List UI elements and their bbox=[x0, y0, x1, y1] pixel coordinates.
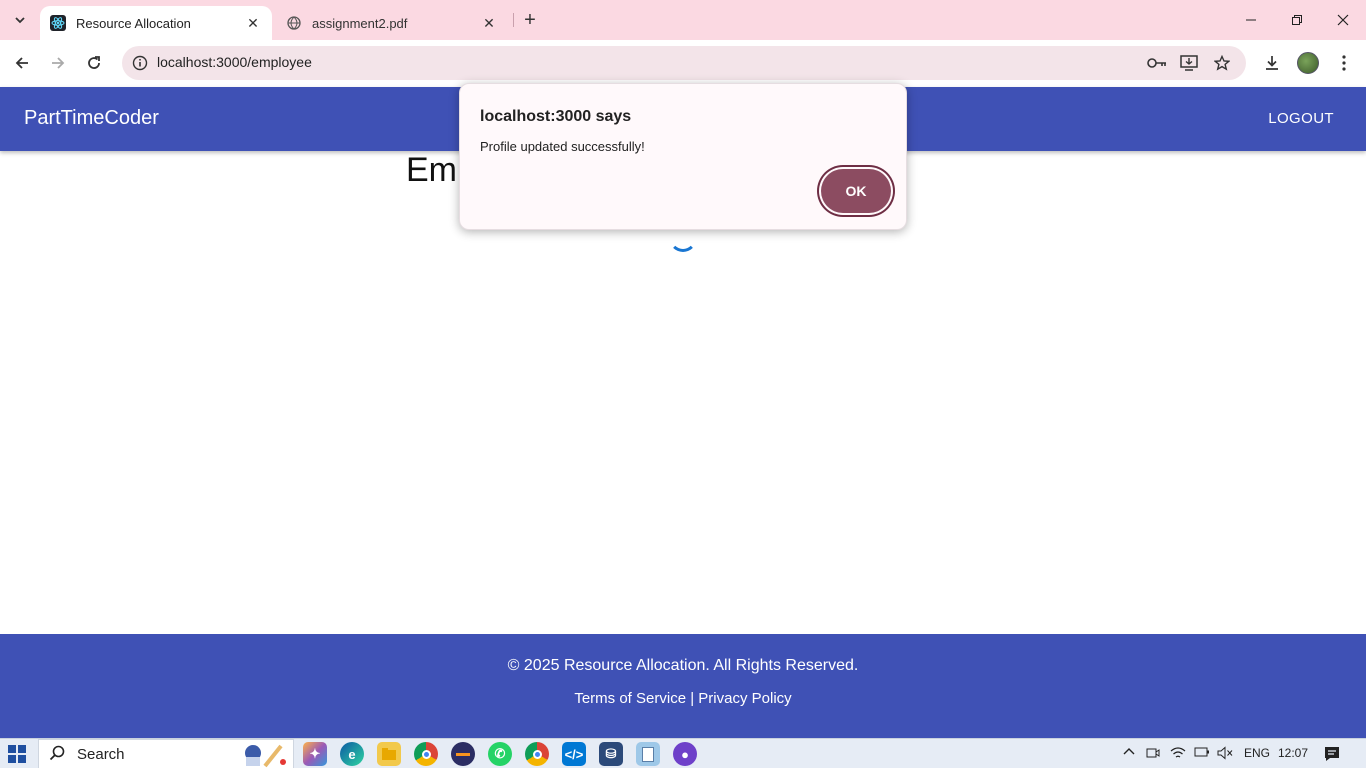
vscode-icon[interactable]: </> bbox=[562, 742, 586, 766]
ok-button[interactable]: OK bbox=[821, 169, 891, 213]
whatsapp-icon[interactable]: ✆ bbox=[488, 742, 512, 766]
restore-icon[interactable] bbox=[1274, 0, 1320, 40]
browser-menu-icon[interactable] bbox=[1332, 51, 1356, 75]
github-desktop-icon[interactable]: ● bbox=[673, 742, 697, 766]
bookmark-star-icon[interactable] bbox=[1211, 53, 1233, 73]
close-window-icon[interactable] bbox=[1320, 0, 1366, 40]
taskbar-search[interactable]: Search bbox=[38, 739, 294, 768]
tab-resource-allocation[interactable]: Resource Allocation ✕ bbox=[40, 6, 272, 40]
logout-button[interactable]: LOGOUT bbox=[1268, 110, 1334, 127]
windows-start-icon[interactable] bbox=[8, 745, 26, 763]
new-tab-icon[interactable]: + bbox=[518, 8, 542, 32]
battery-icon[interactable] bbox=[1194, 746, 1210, 761]
sql-workbench-icon[interactable]: ⛁ bbox=[599, 742, 623, 766]
eclipse-icon[interactable] bbox=[451, 742, 475, 766]
search-highlight-art-icon bbox=[239, 742, 289, 768]
globe-icon bbox=[286, 15, 302, 31]
meet-now-icon[interactable] bbox=[1146, 746, 1160, 763]
show-hidden-icons-chevron-icon[interactable] bbox=[1123, 746, 1135, 761]
search-icon bbox=[49, 745, 65, 766]
terms-link[interactable]: Terms of Service bbox=[574, 690, 686, 707]
forward-icon[interactable] bbox=[43, 48, 73, 78]
tab-divider bbox=[513, 13, 514, 27]
notepad-icon[interactable] bbox=[636, 742, 660, 766]
close-tab-icon[interactable]: ✕ bbox=[480, 14, 498, 32]
tab-search-chevron-icon[interactable] bbox=[8, 8, 32, 32]
taskbar-clock[interactable]: 12:07 bbox=[1278, 746, 1308, 760]
chrome-active-icon[interactable] bbox=[525, 742, 549, 766]
address-bar[interactable]: localhost:3000/employee bbox=[122, 46, 1246, 80]
brand-logo-text[interactable]: PartTimeCoder bbox=[24, 107, 159, 130]
close-tab-icon[interactable]: ✕ bbox=[244, 14, 262, 32]
profile-avatar[interactable] bbox=[1297, 52, 1319, 74]
copyright-text: © 2025 Resource Allocation. All Rights R… bbox=[507, 657, 859, 674]
tab-assignment-pdf[interactable]: assignment2.pdf ✕ bbox=[276, 6, 508, 40]
volume-muted-icon[interactable] bbox=[1217, 746, 1233, 763]
site-info-icon[interactable] bbox=[130, 53, 150, 73]
install-app-icon[interactable] bbox=[1178, 53, 1200, 73]
browser-toolbar: localhost:3000/employee bbox=[0, 40, 1366, 87]
search-label: Search bbox=[77, 746, 125, 763]
alert-dialog: localhost:3000 says Profile updated succ… bbox=[459, 83, 907, 230]
footer-separator: | bbox=[690, 690, 695, 707]
language-indicator[interactable]: ENG bbox=[1244, 746, 1270, 760]
reload-icon[interactable] bbox=[79, 48, 109, 78]
dialog-title: localhost:3000 says bbox=[480, 108, 632, 125]
minimize-icon[interactable] bbox=[1228, 0, 1274, 40]
file-explorer-icon[interactable] bbox=[377, 742, 401, 766]
download-icon[interactable] bbox=[1260, 51, 1284, 75]
copilot-icon[interactable]: ✦ bbox=[303, 742, 327, 766]
footer-links: Terms of Service | Privacy Policy bbox=[0, 690, 1366, 707]
page-title: Em bbox=[406, 151, 457, 189]
privacy-link[interactable]: Privacy Policy bbox=[698, 690, 791, 707]
notification-center-icon[interactable] bbox=[1323, 745, 1341, 763]
password-key-icon[interactable] bbox=[1146, 53, 1168, 73]
chrome-icon[interactable] bbox=[414, 742, 438, 766]
address-url: localhost:3000/employee bbox=[157, 54, 312, 70]
back-icon[interactable] bbox=[7, 48, 37, 78]
windows-taskbar: Search ✦ e ✆ </> ⛁ ● ENG 12:07 bbox=[0, 738, 1366, 768]
dialog-message: Profile updated successfully! bbox=[480, 139, 645, 154]
react-icon bbox=[50, 15, 66, 31]
tab-title: Resource Allocation bbox=[76, 15, 191, 31]
tab-title: assignment2.pdf bbox=[312, 15, 408, 31]
edge-icon[interactable]: e bbox=[340, 742, 364, 766]
browser-tabstrip: Resource Allocation ✕ assignment2.pdf ✕ … bbox=[0, 0, 1366, 40]
page-footer: © 2025 Resource Allocation. All Rights R… bbox=[0, 634, 1366, 738]
wifi-icon[interactable] bbox=[1170, 746, 1186, 763]
